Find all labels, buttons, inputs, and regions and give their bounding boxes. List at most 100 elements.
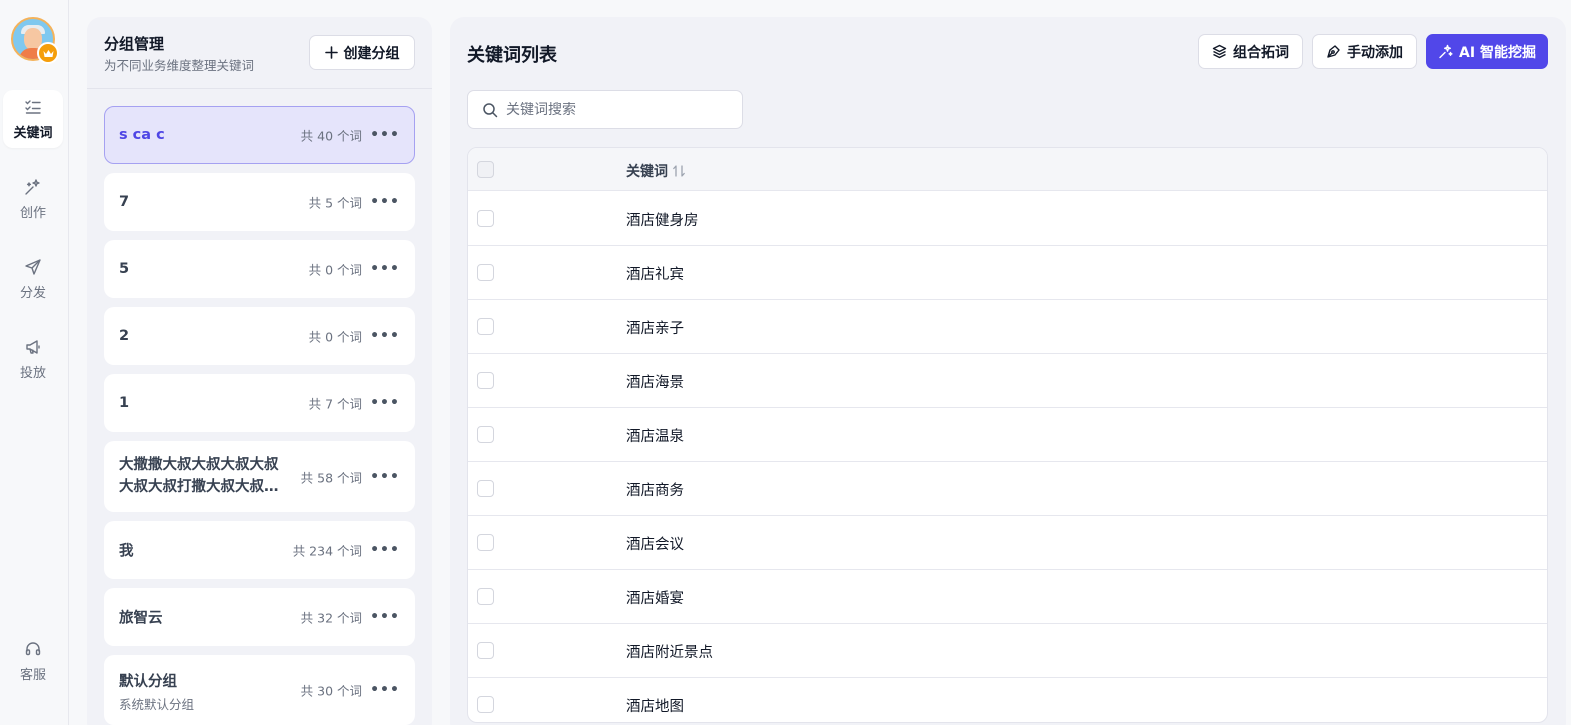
group-name: 7: [119, 194, 130, 210]
more-icon[interactable]: •••: [370, 468, 399, 486]
row-checkbox[interactable]: [477, 480, 494, 497]
group-panel-subtitle: 为不同业务维度整理关键词: [104, 58, 255, 73]
keyword-cell: 酒店商务: [626, 483, 684, 499]
table-row[interactable]: 酒店地图: [468, 678, 1547, 722]
combine-expand-label: 组合拓词: [1233, 44, 1289, 61]
search-icon: [483, 102, 498, 117]
group-name: 1: [119, 395, 130, 411]
group-item[interactable]: 7 共 5 个词 •••: [104, 173, 415, 231]
nav-label: 投放: [19, 365, 46, 381]
table-row[interactable]: 酒店礼宾: [468, 246, 1547, 300]
nav-item-support[interactable]: 客服: [3, 632, 63, 690]
column-header-label: 关键词: [626, 164, 668, 180]
layers-icon: [1212, 44, 1227, 59]
more-icon[interactable]: •••: [370, 327, 399, 345]
column-header-keyword[interactable]: 关键词: [626, 161, 686, 181]
more-icon[interactable]: •••: [370, 541, 399, 559]
more-icon[interactable]: •••: [370, 681, 399, 699]
nav-item-ads[interactable]: 投放: [3, 330, 63, 388]
keyword-cell: 酒店会议: [626, 537, 684, 553]
sparkles-icon: [1439, 44, 1453, 59]
sort-icon[interactable]: [672, 164, 686, 178]
group-name: 旅智云: [119, 610, 163, 627]
group-item[interactable]: 5 共 0 个词 •••: [104, 240, 415, 298]
group-item[interactable]: 旅智云 共 32 个词 •••: [104, 588, 415, 646]
group-count: 共 5 个词: [308, 195, 362, 211]
manual-add-label: 手动添加: [1347, 44, 1403, 61]
group-desc: 系统默认分组: [119, 697, 195, 712]
keyword-search[interactable]: [467, 90, 743, 129]
row-checkbox[interactable]: [477, 642, 494, 659]
ai-mining-button[interactable]: AI 智能挖掘: [1426, 34, 1548, 69]
table-row[interactable]: 酒店婚宴: [468, 570, 1547, 624]
group-count: 共 40 个词: [300, 128, 362, 144]
group-panel-title: 分组管理: [104, 35, 165, 53]
crown-icon: [37, 42, 59, 64]
table-row[interactable]: 酒店商务: [468, 462, 1547, 516]
headset-icon: [25, 641, 41, 655]
group-panel-header: 分组管理 为不同业务维度整理关键词 创建分组: [87, 17, 432, 89]
ai-mining-label: AI 智能挖掘: [1459, 44, 1536, 61]
keyword-panel-title: 关键词列表: [467, 45, 557, 66]
nav-label: 创作: [19, 205, 46, 221]
keyword-cell: 酒店亲子: [626, 321, 684, 337]
group-item[interactable]: 默认分组 系统默认分组 共 30 个词 •••: [104, 655, 415, 725]
more-icon[interactable]: •••: [370, 394, 399, 412]
more-icon[interactable]: •••: [370, 126, 399, 144]
create-group-button[interactable]: 创建分组: [309, 35, 415, 70]
keyword-cell: 酒店附近景点: [626, 645, 713, 661]
group-item[interactable]: s ca c 共 40 个词 •••: [104, 106, 415, 164]
nav-label: 客服: [19, 667, 46, 683]
more-icon[interactable]: •••: [370, 193, 399, 211]
left-rail: 关键词 创作 分发 投放 客服: [0, 0, 69, 725]
keyword-search-input[interactable]: [506, 101, 726, 118]
table-row[interactable]: 酒店海景: [468, 354, 1547, 408]
combine-expand-button[interactable]: 组合拓词: [1198, 34, 1303, 69]
keyword-cell: 酒店婚宴: [626, 591, 684, 607]
nav-item-keywords[interactable]: 关键词: [3, 90, 63, 148]
pen-tool-icon: [1327, 45, 1340, 58]
group-count: 共 7 个词: [308, 396, 362, 412]
row-checkbox[interactable]: [477, 534, 494, 551]
group-item[interactable]: 我 共 234 个词 •••: [104, 521, 415, 579]
nav-item-distribute[interactable]: 分发: [3, 250, 63, 308]
group-name: 默认分组: [119, 674, 177, 690]
group-item[interactable]: 1 共 7 个词 •••: [104, 374, 415, 432]
list-check-icon: [25, 99, 41, 114]
keyword-cell: 酒店健身房: [626, 213, 699, 229]
more-icon[interactable]: •••: [370, 260, 399, 278]
plus-icon: [324, 46, 338, 59]
group-item[interactable]: 大撒撒大叔大叔大叔大叔大叔大叔打撒大叔大叔大叔 共 58 个词 •••: [104, 441, 415, 512]
keyword-table: 关键词 酒店健身房 酒店礼宾 酒店亲子 酒店海景 酒店温泉 酒店商务 酒店会议 …: [467, 147, 1548, 723]
table-row[interactable]: 酒店温泉: [468, 408, 1547, 462]
row-checkbox[interactable]: [477, 426, 494, 443]
group-count: 共 0 个词: [308, 329, 362, 345]
table-row[interactable]: 酒店亲子: [468, 300, 1547, 354]
row-checkbox[interactable]: [477, 264, 494, 281]
select-all-checkbox[interactable]: [477, 161, 494, 178]
table-row[interactable]: 酒店健身房: [468, 192, 1547, 246]
group-name: 2: [119, 328, 130, 344]
row-checkbox[interactable]: [477, 372, 494, 389]
row-checkbox[interactable]: [477, 696, 494, 713]
keyword-panel: 关键词列表 组合拓词 手动添加 AI 智能挖掘 关键词搜索 关键词 酒店健身房 …: [450, 17, 1566, 725]
group-count: 共 30 个词: [300, 683, 362, 699]
group-name: 我: [119, 543, 134, 560]
manual-add-button[interactable]: 手动添加: [1312, 34, 1417, 69]
row-checkbox[interactable]: [477, 588, 494, 605]
table-row[interactable]: 酒店附近景点: [468, 624, 1547, 678]
nav-label: 分发: [19, 285, 46, 301]
nav-item-create[interactable]: 创作: [3, 170, 63, 228]
group-item[interactable]: 2 共 0 个词 •••: [104, 307, 415, 365]
row-checkbox[interactable]: [477, 210, 494, 227]
group-name: s ca c: [119, 127, 165, 143]
table-header: 关键词: [468, 148, 1547, 191]
sparkle-wand-icon: [25, 178, 40, 195]
group-count: 共 234 个词: [292, 543, 362, 559]
row-checkbox[interactable]: [477, 318, 494, 335]
table-row[interactable]: 酒店会议: [468, 516, 1547, 570]
more-icon[interactable]: •••: [370, 608, 399, 626]
keyword-cell: 酒店温泉: [626, 429, 684, 445]
group-panel: 分组管理 为不同业务维度整理关键词 创建分组 s ca c 共 40 个词 ••…: [87, 17, 432, 725]
paper-plane-icon: [25, 258, 41, 275]
